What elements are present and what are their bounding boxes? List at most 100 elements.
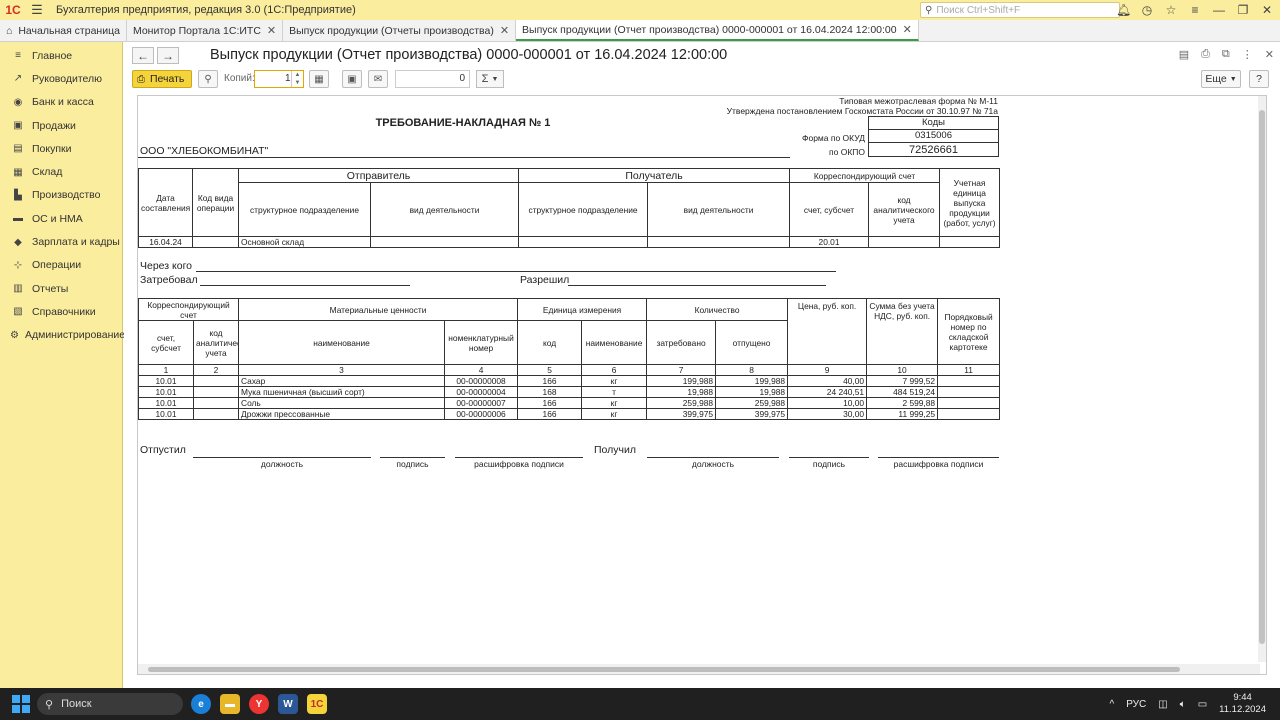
taskbar-search[interactable]: ⚲ Поиск	[37, 693, 183, 715]
sidebar-item-operations[interactable]: ⊹ Операции	[0, 254, 122, 277]
tab-production-doc[interactable]: Выпуск продукции (Отчет производства) 00…	[516, 20, 919, 41]
gear-icon: ⚙	[10, 329, 19, 341]
sidebar-item-catalogs[interactable]: ▧ Справочники	[0, 300, 122, 323]
global-search-input[interactable]: ⚲ Поиск Ctrl+Shift+F	[920, 2, 1120, 18]
vertical-scrollbar[interactable]	[1258, 96, 1266, 662]
taskbar: ⚲ Поиск e ▬ Y W 1С ^ РУС ◫ 🔈︎ ▭ 9:44 11.…	[0, 688, 1280, 720]
col-date: Дата составления	[138, 168, 193, 237]
horizontal-scrollbar[interactable]	[138, 664, 1260, 674]
sidebar-item-admin[interactable]: ⚙ Администрирование	[0, 324, 125, 347]
arrow-left-icon: ←	[137, 48, 149, 63]
scroll-thumb[interactable]	[1259, 110, 1265, 644]
history-icon[interactable]: ◷	[1140, 3, 1154, 17]
menu-lines-icon[interactable]: ≡	[1188, 3, 1202, 17]
col-name: наименование	[238, 320, 446, 365]
copies-input[interactable]: 1 ▲ ▼	[254, 70, 304, 88]
sidebar-item-purchases[interactable]: ▤ Покупки	[0, 137, 122, 160]
close-icon[interactable]: ✕	[1260, 3, 1274, 17]
star-icon[interactable]: ☆	[1164, 3, 1178, 17]
col-requested: затребовано	[646, 320, 717, 365]
send-email-button[interactable]: ✉	[368, 70, 388, 88]
cell-account[interactable]: 20.01	[789, 236, 870, 248]
col-materials: Материальные ценности	[238, 298, 519, 321]
materials-table: Корреспондирующий счет Материальные ценн…	[138, 298, 1001, 420]
edge-icon[interactable]: e	[191, 694, 211, 714]
language-indicator[interactable]: РУС	[1126, 699, 1146, 710]
tab-production-list[interactable]: Выпуск продукции (Отчеты производства) ✕	[283, 20, 517, 41]
col-receiver-activity: вид деятельности	[647, 182, 791, 237]
col-analytic: код аналитического учета	[868, 182, 941, 237]
permitted-label: Разрешил	[520, 274, 570, 286]
main-menu-icon[interactable]: ☰	[26, 2, 48, 18]
through-label: Через кого	[140, 260, 193, 272]
floppy-icon: ▣	[347, 73, 357, 85]
col-receiver: Получатель	[518, 168, 791, 183]
tab-home[interactable]: ⌂ Начальная страница	[0, 20, 127, 41]
close-icon[interactable]: ✕	[1265, 48, 1274, 61]
scroll-thumb[interactable]	[148, 667, 1180, 672]
sidebar-item-manager[interactable]: ↗ Руководителю	[0, 67, 122, 90]
sidebar-item-assets[interactable]: ▬ ОС и НМА	[0, 207, 122, 230]
explorer-icon[interactable]: ▬	[220, 694, 240, 714]
table-row[interactable]: 10.01 Дрожжи прессованные 00-00000006 166 кг…	[138, 408, 1001, 420]
battery-icon[interactable]: ▭	[1198, 699, 1207, 710]
sidebar-item-main[interactable]: ≡ Главное	[0, 44, 122, 67]
back-button[interactable]: ←	[132, 47, 154, 64]
col-quantity: Количество	[646, 298, 789, 321]
bell-icon[interactable]: 🔔︎	[1116, 3, 1131, 17]
save-icon[interactable]: ▤	[1179, 48, 1189, 61]
codes-header: Коды	[868, 116, 999, 130]
table-row[interactable]: 10.01 Соль 00-00000007 166 кг 259,988 259,988 1…	[138, 397, 1001, 409]
sidebar-item-reports[interactable]: ▥ Отчеты	[0, 277, 122, 300]
print-button[interactable]: ⎙ Печать	[132, 70, 192, 88]
volume-icon[interactable]: 🔈︎	[1180, 699, 1186, 710]
organization-name: ООО "ХЛЕБОКОМБИНАТ"	[140, 145, 269, 157]
preview-icon[interactable]: ⧉	[1222, 48, 1230, 61]
factory-icon: ▙	[14, 189, 22, 201]
chevron-down-icon: ▼	[1229, 75, 1237, 83]
more-button[interactable]: Еще ▼	[1201, 70, 1241, 88]
1c-app-icon[interactable]: 1С	[307, 694, 327, 714]
sidebar-item-salary[interactable]: ◆ Зарплата и кадры	[0, 230, 122, 253]
cell-sender-struct[interactable]: Основной склад	[238, 236, 371, 248]
released-by-label: Отпустил	[140, 444, 186, 456]
yandex-icon[interactable]: Y	[249, 694, 269, 714]
word-icon[interactable]: W	[278, 694, 298, 714]
windows-start-icon[interactable]	[12, 695, 30, 713]
save-button[interactable]: ▣	[342, 70, 362, 88]
table-row[interactable]: 10.01 Мука пшеничная (высший сорт) 00-0000…	[138, 386, 1001, 398]
sidebar-item-bank[interactable]: ◉ Банк и касса	[0, 91, 122, 114]
close-tab-icon[interactable]: ✕	[903, 23, 912, 36]
table-row[interactable]: 10.01 Сахар 00-00000008 166 кг 199,988 199,988…	[138, 375, 1001, 387]
tab-its-monitor[interactable]: Монитор Портала 1С:ИТС ✕	[127, 20, 284, 41]
close-tab-icon[interactable]: ✕	[500, 24, 509, 37]
restore-icon[interactable]: ❐	[1236, 3, 1250, 17]
sum-field[interactable]: 0	[395, 70, 470, 88]
network-icon[interactable]: ◫	[1158, 699, 1167, 710]
copies-stepper[interactable]: ▲ ▼	[291, 71, 303, 87]
col-released: отпущено	[715, 320, 789, 365]
print-settings-button[interactable]: ▦	[309, 70, 329, 88]
form-title: ТРЕБОВАНИЕ-НАКЛАДНАЯ № 1	[375, 117, 551, 129]
basket-icon: ▤	[13, 143, 23, 155]
form-type-note: Типовая межотраслевая форма № М-11	[839, 96, 998, 106]
col-sender-struct: структурное подразделение	[238, 182, 371, 237]
sum-button[interactable]: Σ ▼	[476, 70, 504, 88]
sidebar-item-sales[interactable]: ▣ Продажи	[0, 114, 122, 137]
copies-label: Копий:	[224, 73, 255, 84]
close-tab-icon[interactable]: ✕	[267, 24, 276, 37]
chevron-up-icon[interactable]: ^	[1110, 699, 1115, 710]
okpo-label: по ОКПО	[829, 147, 865, 157]
minimize-icon[interactable]: —	[1212, 3, 1226, 17]
cell-date[interactable]: 16.04.24	[138, 236, 193, 248]
print-icon[interactable]: ⎙	[1201, 48, 1210, 61]
clock[interactable]: 9:44 11.12.2024	[1219, 692, 1266, 716]
print-form-sheet[interactable]: Типовая межотраслевая форма № М-11 Утвер…	[137, 95, 1267, 675]
help-button[interactable]: ?	[1249, 70, 1269, 88]
more-vertical-icon[interactable]: ⋮	[1242, 48, 1253, 61]
sidebar-item-production[interactable]: ▙ Производство	[0, 184, 122, 207]
col-account: счет, субсчет	[138, 320, 194, 365]
sidebar-item-warehouse[interactable]: ▦ Склад	[0, 160, 122, 183]
forward-button[interactable]: →	[157, 47, 179, 64]
preview-button[interactable]: ⚲	[198, 70, 218, 88]
